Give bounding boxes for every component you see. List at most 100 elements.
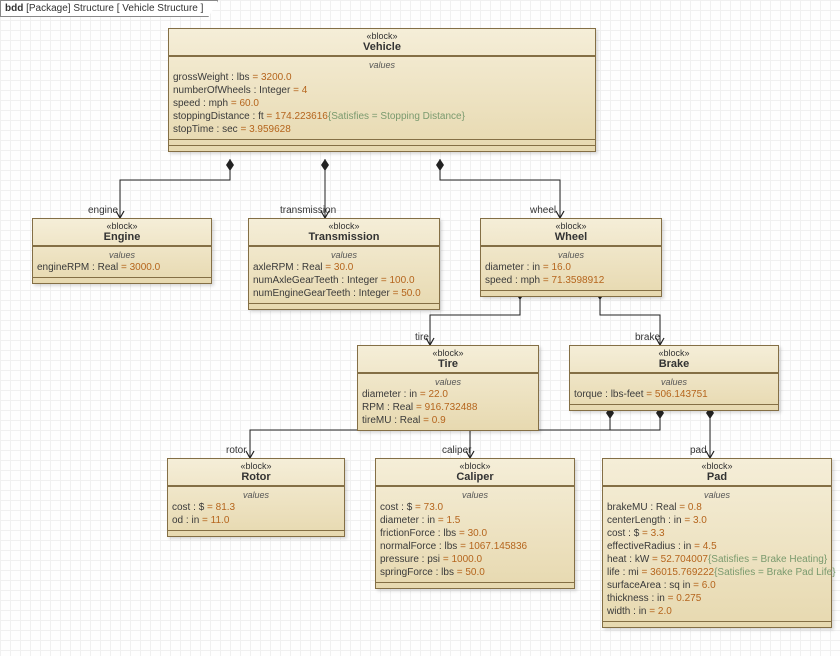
property-row: speed : mph = 60.0 (173, 97, 591, 110)
values-section: values diameter : in = 16.0speed : mph =… (481, 246, 661, 290)
stereotype: «block» (485, 221, 657, 231)
stereotype: «block» (172, 461, 340, 471)
property-row: RPM : Real = 916.732488 (362, 401, 534, 414)
block-header: «block» Engine (33, 219, 211, 246)
block-name: Vehicle (173, 41, 591, 53)
section-label: values (172, 489, 340, 501)
block-header: «block» Pad (603, 459, 831, 486)
property-row: cost : $ = 73.0 (380, 501, 570, 514)
property-row: heat : kW = 52.704007{Satisfies = Brake … (607, 553, 827, 566)
section-label: values (173, 59, 591, 71)
block-name: Pad (607, 471, 827, 483)
property-row: numAxleGearTeeth : Integer = 100.0 (253, 274, 435, 287)
props: diameter : in = 22.0RPM : Real = 916.732… (362, 388, 534, 427)
section-label: values (485, 249, 657, 261)
block-name: Caliper (380, 471, 570, 483)
property-row: normalForce : lbs = 1067.145836 (380, 540, 570, 553)
block-pad[interactable]: «block» Pad values brakeMU : Real = 0.8c… (602, 458, 832, 628)
property-row: life : mi = 36015.769222{Satisfies = Bra… (607, 566, 827, 579)
empty-compartment (168, 530, 344, 536)
empty-compartment (376, 582, 574, 588)
tab-prefix: bdd (5, 3, 23, 14)
stereotype: «block» (253, 221, 435, 231)
block-tire[interactable]: «block» Tire values diameter : in = 22.0… (357, 345, 539, 431)
values-section: values diameter : in = 22.0RPM : Real = … (358, 373, 538, 430)
property-row: numEngineGearTeeth : Integer = 50.0 (253, 287, 435, 300)
block-vehicle[interactable]: «block» Vehicle values grossWeight : lbs… (168, 28, 596, 152)
property-row: stopTime : sec = 3.959628 (173, 123, 591, 136)
props: grossWeight : lbs = 3200.0numberOfWheels… (173, 71, 591, 136)
stereotype: «block» (362, 348, 534, 358)
block-name: Tire (362, 358, 534, 370)
role-rotor: rotor (226, 445, 247, 456)
property-row: axleRPM : Real = 30.0 (253, 261, 435, 274)
property-row: frictionForce : lbs = 30.0 (380, 527, 570, 540)
property-row: brakeMU : Real = 0.8 (607, 501, 827, 514)
block-brake[interactable]: «block» Brake values torque : lbs-feet =… (569, 345, 779, 411)
values-section: values cost : $ = 73.0diameter : in = 1.… (376, 486, 574, 582)
block-caliper[interactable]: «block» Caliper values cost : $ = 73.0di… (375, 458, 575, 589)
property-row: tireMU : Real = 0.9 (362, 414, 534, 427)
block-name: Brake (574, 358, 774, 370)
diagram-tab: bdd [Package] Structure [ Vehicle Struct… (0, 0, 218, 17)
block-header: «block» Tire (358, 346, 538, 373)
role-caliper: caliper (442, 445, 471, 456)
block-name: Wheel (485, 231, 657, 243)
tab-name: [ Vehicle Structure ] (117, 3, 204, 14)
empty-compartment (570, 404, 778, 410)
stereotype: «block» (37, 221, 207, 231)
stereotype: «block» (173, 31, 591, 41)
stereotype: «block» (380, 461, 570, 471)
empty-compartment (481, 290, 661, 296)
property-row: diameter : in = 1.5 (380, 514, 570, 527)
role-engine: engine (88, 205, 118, 216)
props: diameter : in = 16.0speed : mph = 71.359… (485, 261, 657, 287)
values-section: values torque : lbs-feet = 506.143751 (570, 373, 778, 404)
block-name: Engine (37, 231, 207, 243)
block-name: Rotor (172, 471, 340, 483)
block-header: «block» Vehicle (169, 29, 595, 56)
block-transmission[interactable]: «block» Transmission values axleRPM : Re… (248, 218, 440, 310)
block-header: «block» Caliper (376, 459, 574, 486)
role-pad: pad (690, 445, 707, 456)
role-transmission: transmission (280, 205, 336, 216)
property-row: stoppingDistance : ft = 174.223616{Satis… (173, 110, 591, 123)
props: engineRPM : Real = 3000.0 (37, 261, 207, 274)
values-section: values brakeMU : Real = 0.8centerLength … (603, 486, 831, 621)
property-row: cost : $ = 3.3 (607, 527, 827, 540)
props: axleRPM : Real = 30.0numAxleGearTeeth : … (253, 261, 435, 300)
stereotype: «block» (607, 461, 827, 471)
empty-compartment (169, 145, 595, 151)
section-label: values (380, 489, 570, 501)
role-brake: brake (635, 332, 660, 343)
property-row: diameter : in = 22.0 (362, 388, 534, 401)
empty-compartment (33, 277, 211, 283)
property-row: springForce : lbs = 50.0 (380, 566, 570, 579)
property-row: effectiveRadius : in = 4.5 (607, 540, 827, 553)
props: cost : $ = 81.3od : in = 11.0 (172, 501, 340, 527)
empty-compartment (249, 303, 439, 309)
block-header: «block» Brake (570, 346, 778, 373)
section-label: values (253, 249, 435, 261)
role-tire: tire (415, 332, 429, 343)
values-section: values axleRPM : Real = 30.0numAxleGearT… (249, 246, 439, 303)
property-row: cost : $ = 81.3 (172, 501, 340, 514)
block-name: Transmission (253, 231, 435, 243)
property-row: od : in = 11.0 (172, 514, 340, 527)
role-wheel: wheel (530, 205, 556, 216)
section-label: values (37, 249, 207, 261)
property-row: grossWeight : lbs = 3200.0 (173, 71, 591, 84)
property-row: torque : lbs-feet = 506.143751 (574, 388, 774, 401)
values-section: values engineRPM : Real = 3000.0 (33, 246, 211, 277)
stereotype: «block» (574, 348, 774, 358)
section-label: values (362, 376, 534, 388)
block-rotor[interactable]: «block» Rotor values cost : $ = 81.3od :… (167, 458, 345, 537)
section-label: values (574, 376, 774, 388)
property-row: pressure : psi = 1000.0 (380, 553, 570, 566)
props: cost : $ = 73.0diameter : in = 1.5fricti… (380, 501, 570, 579)
block-engine[interactable]: «block» Engine values engineRPM : Real =… (32, 218, 212, 284)
property-row: thickness : in = 0.275 (607, 592, 827, 605)
block-wheel[interactable]: «block» Wheel values diameter : in = 16.… (480, 218, 662, 297)
block-header: «block» Wheel (481, 219, 661, 246)
section-label: values (607, 489, 827, 501)
